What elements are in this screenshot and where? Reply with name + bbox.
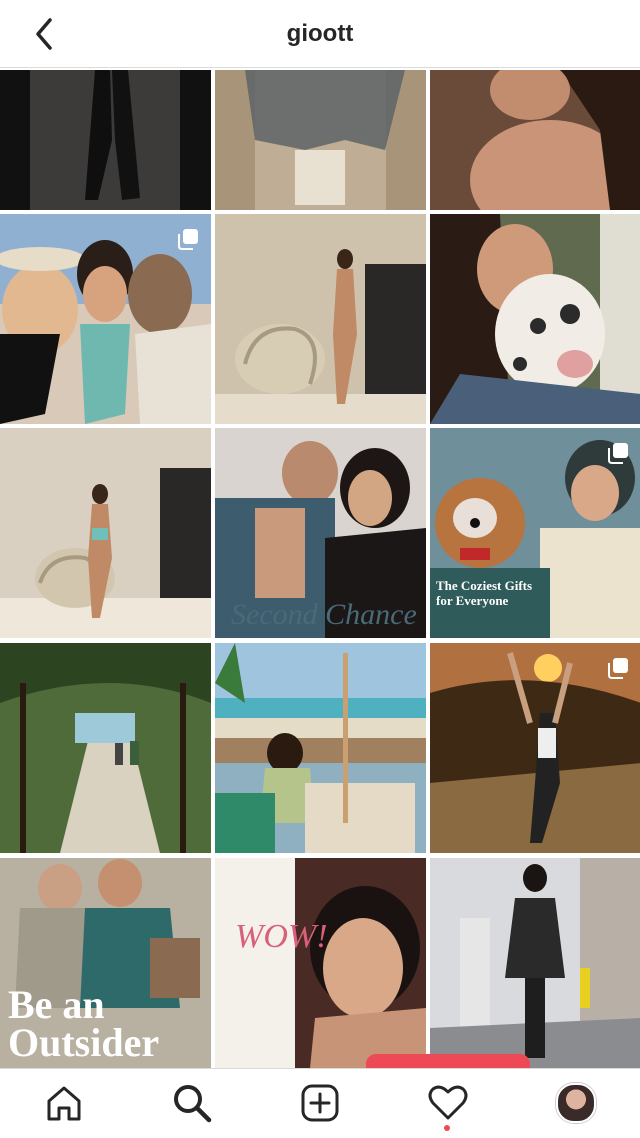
post-tile[interactable] xyxy=(0,428,211,638)
post-tile[interactable]: The Coziest Gifts for Everyone xyxy=(430,428,640,638)
post-caption: Second Chance xyxy=(231,598,417,631)
nav-search[interactable] xyxy=(168,1079,216,1127)
carousel-icon xyxy=(608,443,628,464)
post-grid: Second Chance The Coziest Gifts for Ever… xyxy=(0,70,640,1068)
post-tile[interactable] xyxy=(430,858,640,1068)
activity-indicator-dot xyxy=(444,1125,450,1131)
search-icon xyxy=(174,1085,212,1123)
post-tile[interactable] xyxy=(0,643,211,853)
add-icon xyxy=(301,1084,339,1122)
bottom-navigation xyxy=(0,1068,640,1138)
heart-outline-icon xyxy=(428,1085,468,1120)
post-tile[interactable]: Be an Outsider xyxy=(0,858,211,1068)
carousel-icon xyxy=(608,658,628,679)
nav-home[interactable] xyxy=(40,1079,88,1127)
post-tile[interactable] xyxy=(430,70,640,210)
post-caption: WOW! xyxy=(235,918,328,955)
post-tile[interactable] xyxy=(215,643,426,853)
profile-username: gioott xyxy=(286,20,354,47)
carousel-icon xyxy=(178,229,198,250)
post-caption: Be an Outsider xyxy=(8,982,160,1065)
post-tile[interactable] xyxy=(0,70,211,210)
top-bar: gioott xyxy=(0,0,640,68)
nav-activity[interactable] xyxy=(424,1079,472,1127)
post-tile[interactable] xyxy=(215,214,426,424)
post-tile[interactable] xyxy=(0,214,211,424)
home-icon xyxy=(47,1086,81,1121)
post-tile[interactable]: WOW! xyxy=(215,858,426,1068)
nav-new-post[interactable] xyxy=(296,1079,344,1127)
post-tile[interactable]: Second Chance xyxy=(215,428,426,638)
profile-avatar xyxy=(556,1083,596,1123)
activity-notification[interactable]: 3 88 xyxy=(366,1054,530,1068)
post-caption: The Coziest Gifts for Everyone xyxy=(436,578,533,608)
post-tile[interactable] xyxy=(430,643,640,853)
post-tile[interactable] xyxy=(215,70,426,210)
post-tile[interactable] xyxy=(430,214,640,424)
nav-profile[interactable] xyxy=(552,1079,600,1127)
